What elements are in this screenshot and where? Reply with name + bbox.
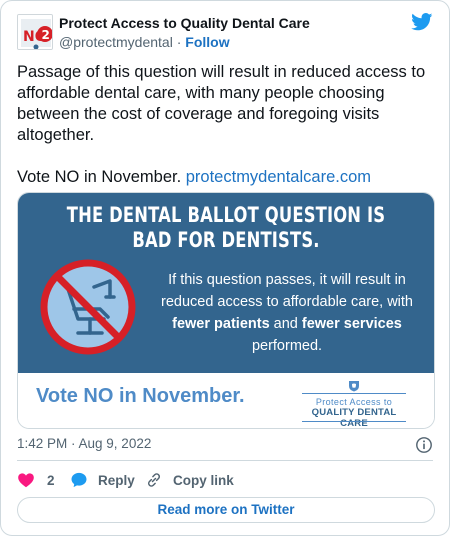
- media-body-text: If this question passes, it will result …: [156, 269, 418, 357]
- tweet-paragraph-cta: Vote NO in November. protectmydentalcare…: [17, 167, 433, 188]
- account-handle[interactable]: @protectmydental: [59, 34, 173, 50]
- speech-bubble-icon: [71, 472, 87, 488]
- media-title-line: BAD FOR DENTISTS.: [132, 228, 320, 252]
- tweet-text: Passage of this question will result in …: [17, 62, 433, 188]
- avatar[interactable]: NO 2: [17, 14, 53, 50]
- copy-link-button[interactable]: Copy link: [145, 469, 234, 491]
- media-body-part: and: [269, 316, 302, 332]
- media-body-part: If this question passes, it will result …: [160, 272, 413, 310]
- read-more-button[interactable]: Read more on Twitter: [17, 497, 435, 523]
- reply-label: Reply: [98, 472, 135, 488]
- logo-line: Protect Access to: [315, 397, 393, 407]
- tweet-media-image[interactable]: THE DENTAL BALLOT QUESTION IS BAD FOR DE…: [17, 192, 435, 429]
- handle-row: @protectmydental · Follow: [59, 34, 230, 50]
- heart-icon: [18, 473, 34, 488]
- like-button[interactable]: 2: [17, 469, 55, 491]
- action-bar: 2 Reply Copy link: [17, 469, 433, 491]
- svg-text:2: 2: [42, 28, 50, 42]
- info-icon[interactable]: [415, 436, 433, 454]
- media-banner: THE DENTAL BALLOT QUESTION IS BAD FOR DE…: [18, 193, 434, 373]
- tweet-timestamp[interactable]: 1:42 PM · Aug 9, 2022: [17, 436, 151, 451]
- tooth-shield-icon: [349, 381, 359, 392]
- media-title: THE DENTAL BALLOT QUESTION IS BAD FOR DE…: [64, 203, 388, 253]
- logo-line: QUALITY DENTAL CARE: [311, 407, 397, 429]
- media-body-emphasis: fewer services: [301, 316, 402, 332]
- media-body-part: performed.: [251, 338, 323, 354]
- reply-button[interactable]: Reply: [70, 469, 135, 491]
- logo-rule: [302, 393, 406, 394]
- media-body-emphasis: fewer patients: [172, 316, 270, 332]
- logo-rule: [302, 421, 406, 422]
- divider: [17, 460, 433, 461]
- timestamp-row: 1:42 PM · Aug 9, 2022: [17, 436, 433, 456]
- tweet-header: NO 2 Protect Access to Quality Dental Ca…: [17, 13, 433, 53]
- no-campaign-logo-icon: NO 2: [18, 15, 52, 49]
- copy-link-label: Copy link: [173, 472, 234, 488]
- no-dental-chair-icon: [40, 259, 136, 355]
- display-name[interactable]: Protect Access to Quality Dental Care: [59, 15, 310, 31]
- campaign-logo: Protect Access to QUALITY DENTAL CARE: [298, 378, 410, 428]
- twitter-bird-icon[interactable]: [411, 13, 433, 31]
- media-title-line: THE DENTAL BALLOT QUESTION IS: [66, 203, 386, 227]
- website-link[interactable]: protectmydentalcare.com: [186, 168, 371, 186]
- tweet-card: NO 2 Protect Access to Quality Dental Ca…: [0, 0, 450, 536]
- tweet-cta-text: Vote NO in November.: [17, 168, 186, 186]
- handle-separator: ·: [176, 34, 182, 50]
- tweet-paragraph: Passage of this question will result in …: [17, 63, 426, 144]
- vote-no-text: Vote NO in November.: [36, 385, 245, 407]
- follow-button[interactable]: Follow: [185, 34, 229, 50]
- media-footer: Vote NO in November. Protect Access to Q…: [18, 373, 434, 428]
- like-count: 2: [47, 472, 55, 488]
- chain-link-icon: [147, 473, 161, 487]
